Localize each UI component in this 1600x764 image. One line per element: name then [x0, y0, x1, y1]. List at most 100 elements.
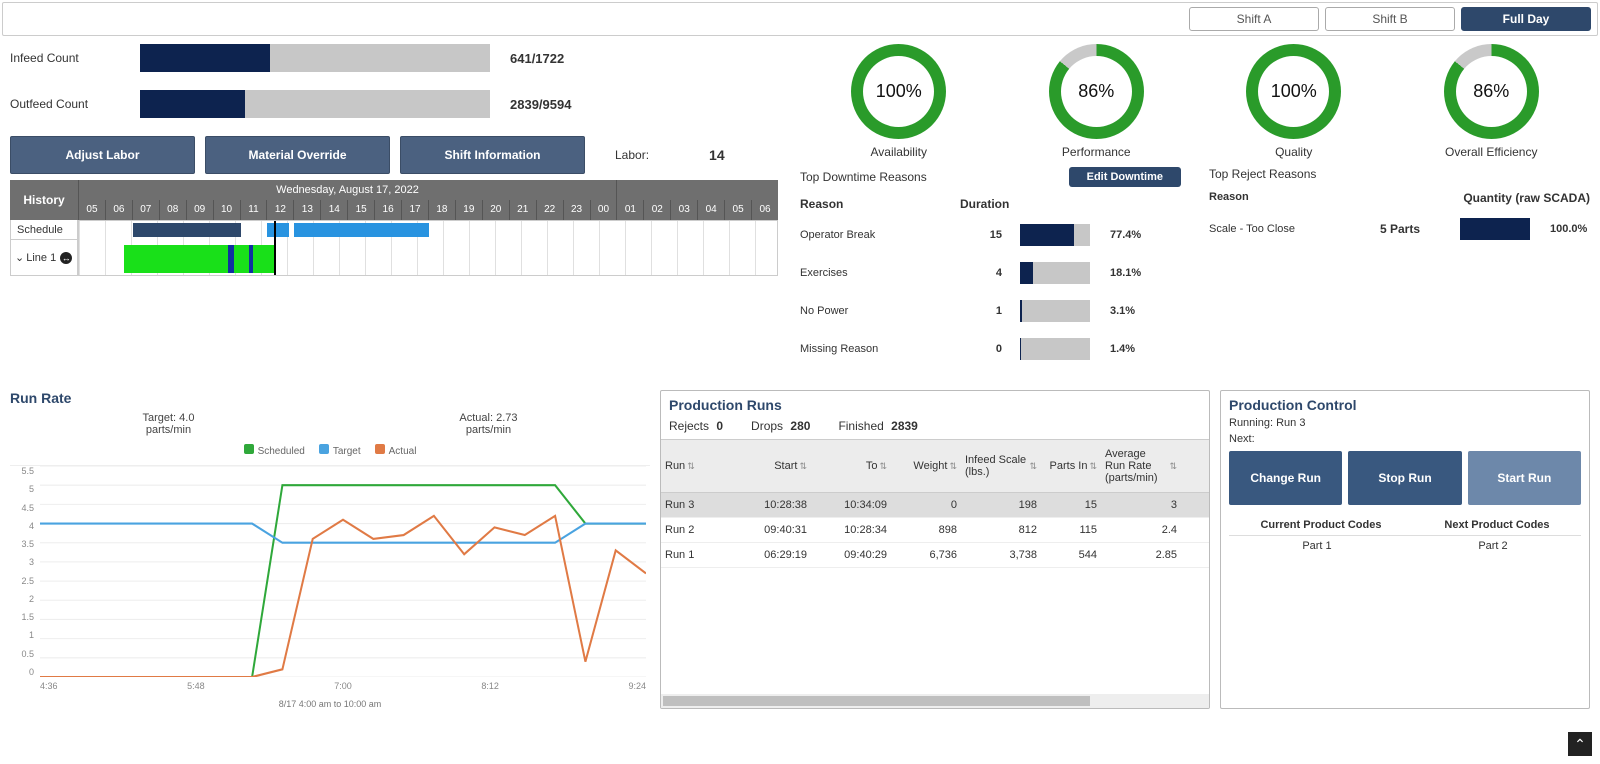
- finished-label: Finished: [838, 419, 883, 433]
- history-timeline: History Schedule ⌄ Line 1 ↔ Wednesday, A…: [10, 180, 780, 276]
- hdr-parts[interactable]: Parts: [1181, 440, 1210, 492]
- scroll-to-top-button[interactable]: ⌃: [1568, 732, 1592, 756]
- hour-tick: 11: [240, 200, 267, 220]
- hour-tick: 16: [374, 200, 401, 220]
- reject-hdr-qty: Quantity (raw SCADA): [1430, 191, 1590, 205]
- hour-tick: 13: [293, 200, 320, 220]
- downtime-row[interactable]: Operator Break 15 77.4%: [800, 216, 1181, 254]
- codes-hdr-current: Current Product Codes: [1260, 519, 1381, 531]
- runs-table-header: Run Start To Weight Infeed Scale (lbs.) …: [661, 439, 1209, 493]
- hour-tick: 01: [616, 200, 643, 220]
- reject-title: Top Reject Reasons: [1209, 167, 1316, 181]
- run-rate-target-unit: parts/min: [142, 424, 194, 436]
- shift-information-button[interactable]: Shift Information: [400, 136, 585, 174]
- history-title: History: [10, 180, 78, 220]
- hour-tick: 07: [132, 200, 159, 220]
- downtime-reasons: Top Downtime Reasons Edit Downtime Reaso…: [800, 167, 1181, 368]
- codes-next: Part 2: [1478, 540, 1507, 552]
- counts-panel: Infeed Count 641/1722 Outfeed Count 2839…: [10, 44, 780, 118]
- control-next: Next:: [1229, 433, 1581, 445]
- edit-downtime-button[interactable]: Edit Downtime: [1069, 167, 1181, 187]
- drops-value: 280: [790, 419, 810, 433]
- infeed-label: Infeed Count: [10, 51, 120, 65]
- chevron-down-icon: ⌄: [15, 251, 24, 264]
- hour-tick: 17: [401, 200, 428, 220]
- control-title: Production Control: [1229, 397, 1581, 413]
- runs-scrollbar[interactable]: [661, 694, 1209, 708]
- codes-current: Part 1: [1302, 540, 1331, 552]
- reject-reasons: Top Reject Reasons Reason Quantity (raw …: [1209, 167, 1590, 368]
- run-row[interactable]: Run 1 06:29:19 09:40:29 6,736 3,738 544 …: [661, 543, 1209, 568]
- hour-tick: 20: [482, 200, 509, 220]
- hour-tick: 21: [509, 200, 536, 220]
- hdr-start[interactable]: Start: [731, 440, 811, 492]
- change-run-button[interactable]: Change Run: [1229, 451, 1342, 505]
- downtime-row[interactable]: Missing Reason 0 1.4%: [800, 330, 1181, 368]
- run-row[interactable]: Run 3 10:28:38 10:34:09 0 198 15 3 150: [661, 493, 1209, 518]
- run-rate-panel: Run Rate Target: 4.0 parts/min Actual: 2…: [10, 390, 650, 709]
- outfeed-value: 2839/9594: [510, 97, 571, 112]
- production-control-panel: Production Control Running: Run 3 Next: …: [1220, 390, 1590, 709]
- rejects-value: 0: [716, 419, 723, 433]
- hour-tick: 15: [347, 200, 374, 220]
- hdr-to[interactable]: To: [811, 440, 891, 492]
- drops-label: Drops: [751, 419, 783, 433]
- schedule-label: Schedule: [10, 220, 78, 240]
- line-label: Line 1: [26, 252, 56, 264]
- hdr-scale[interactable]: Infeed Scale (lbs.): [961, 440, 1041, 492]
- donut-availability: 100% Availability: [851, 44, 946, 159]
- donut-performance: 86% Performance: [1049, 44, 1144, 159]
- stop-run-button[interactable]: Stop Run: [1348, 451, 1461, 505]
- hdr-run[interactable]: Run: [661, 440, 731, 492]
- codes-hdr-next: Next Product Codes: [1444, 519, 1549, 531]
- hdr-weight[interactable]: Weight: [891, 440, 961, 492]
- hour-tick: 06: [751, 200, 778, 220]
- run-rate-actual-unit: parts/min: [459, 424, 517, 436]
- finished-value: 2839: [891, 419, 918, 433]
- run-rate-title: Run Rate: [10, 390, 650, 406]
- reject-hdr-reason: Reason: [1209, 191, 1319, 205]
- hour-tick: 22: [536, 200, 563, 220]
- donut-overall: 86% Overall Efficiency: [1444, 44, 1539, 159]
- chart-subtitle: 8/17 4:00 am to 10:00 am: [10, 699, 650, 709]
- hour-tick: 06: [105, 200, 132, 220]
- expand-icon: ↔: [60, 252, 72, 264]
- hour-tick: 08: [159, 200, 186, 220]
- downtime-hdr-duration: Duration: [960, 197, 1027, 211]
- hour-tick: 03: [670, 200, 697, 220]
- full-day-button[interactable]: Full Day: [1461, 7, 1591, 31]
- hdr-partsin[interactable]: Parts In: [1041, 440, 1101, 492]
- hour-tick: 12: [266, 200, 293, 220]
- downtime-row[interactable]: Exercises 4 18.1%: [800, 254, 1181, 292]
- reject-row[interactable]: Scale - Too Close 5 Parts 100.0%: [1209, 210, 1590, 248]
- hour-tick: 05: [78, 200, 105, 220]
- line-toggle[interactable]: ⌄ Line 1 ↔: [10, 240, 78, 276]
- hour-tick: 09: [186, 200, 213, 220]
- donut-quality: 100% Quality: [1246, 44, 1341, 159]
- hour-tick: 10: [213, 200, 240, 220]
- downtime-title: Top Downtime Reasons: [800, 170, 927, 184]
- run-rate-chart: 00.511.522.533.544.555.5 4:365:487:008:1…: [10, 465, 650, 695]
- rejects-label: Rejects: [669, 419, 709, 433]
- material-override-button[interactable]: Material Override: [205, 136, 390, 174]
- start-run-button[interactable]: Start Run: [1468, 451, 1581, 505]
- hour-tick: 05: [724, 200, 751, 220]
- adjust-labor-button[interactable]: Adjust Labor: [10, 136, 195, 174]
- shift-a-button[interactable]: Shift A: [1189, 7, 1319, 31]
- hour-tick: 18: [428, 200, 455, 220]
- chevron-up-icon: ⌃: [1574, 736, 1586, 753]
- runs-title: Production Runs: [661, 391, 1209, 419]
- hour-tick: 04: [697, 200, 724, 220]
- downtime-hdr-reason: Reason: [800, 197, 960, 211]
- hour-tick: 14: [320, 200, 347, 220]
- shift-b-button[interactable]: Shift B: [1325, 7, 1455, 31]
- hdr-rate[interactable]: Average Run Rate (parts/min): [1101, 440, 1181, 492]
- infeed-value: 641/1722: [510, 51, 564, 66]
- labor-label: Labor:: [615, 148, 649, 162]
- downtime-row[interactable]: No Power 1 3.1%: [800, 292, 1181, 330]
- run-rate-legend: Scheduled Target Actual: [10, 444, 650, 457]
- hour-tick: 19: [455, 200, 482, 220]
- run-row[interactable]: Run 2 09:40:31 10:28:34 898 812 115 2.4 …: [661, 518, 1209, 543]
- outfeed-label: Outfeed Count: [10, 97, 120, 111]
- shift-selector: Shift A Shift B Full Day: [2, 2, 1598, 36]
